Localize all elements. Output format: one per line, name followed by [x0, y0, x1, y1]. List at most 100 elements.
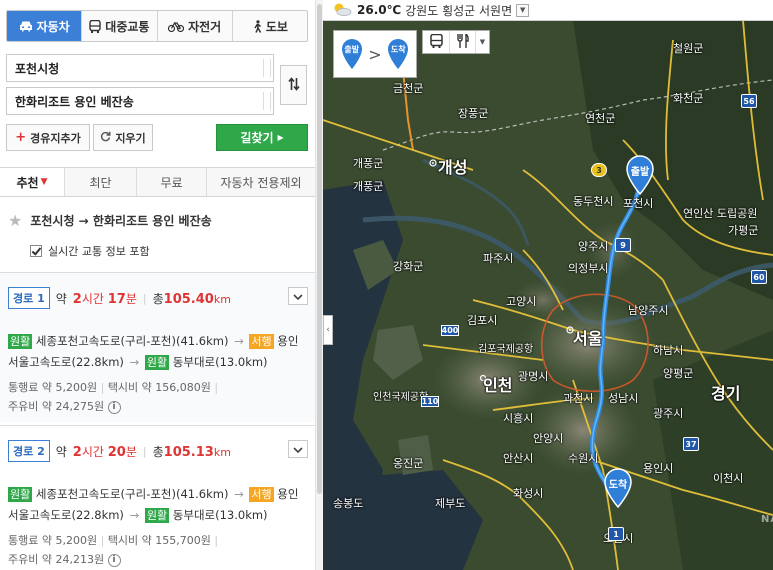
approx-label: 약 [55, 444, 67, 459]
separator: | [100, 534, 105, 547]
end-field[interactable] [6, 87, 274, 115]
approx-label: 약 [55, 291, 67, 306]
panel-scrollbar[interactable] [315, 0, 323, 570]
find-route-label: 길찾기 [240, 131, 274, 145]
temperature: 26.0℃ [357, 3, 402, 17]
map-label: 가평군 [728, 224, 759, 237]
map-label: 옹진군 [393, 457, 424, 470]
clear-button[interactable]: 지우기 [93, 124, 153, 151]
arrow-right-icon: → [234, 334, 244, 348]
swap-button[interactable] [280, 65, 307, 105]
route-header: 경로 2 약 2시간 20분 | 총105.13km [8, 440, 231, 462]
map-view[interactable]: 금천군 장풍군 연천군 철원군 화천군 개풍군 개성 개풍군 동두천시 포천시 … [323, 0, 773, 570]
star-icon[interactable]: ★ [8, 211, 22, 230]
map-label: 남양주시 [628, 304, 669, 317]
map-label: 서울 [573, 329, 603, 348]
map-label: 파주시 [483, 252, 514, 265]
map-label: 김포시 [467, 314, 498, 327]
route-summary-title: ★ 포천시청 → 한화리조트 용인 베잔송 [8, 211, 212, 230]
end-marker-label: 도착 [608, 480, 628, 491]
tab-recommended-label: 추천 [16, 175, 39, 190]
collapse-panel-button[interactable]: ‹ [323, 315, 333, 345]
map-label: 동두천시 [573, 195, 614, 208]
map-label: 개성 [438, 158, 468, 177]
end-input[interactable] [7, 88, 255, 114]
route-badge: 경로 2 [8, 440, 50, 462]
mode-car-tab[interactable]: 자동차 [7, 11, 82, 41]
hours-unit: 시간 [81, 444, 104, 459]
route-description: 원활 세종포천고속도로(구리-포천)(41.6km) → 서행 용인서울고속도로… [8, 484, 308, 526]
add-waypoint-button[interactable]: + 경유지추가 [6, 124, 90, 151]
scrollbar-thumb[interactable] [317, 4, 322, 494]
route-card[interactable]: 경로 1 약 2시간 17분 | 총105.40km 원활 세종포천고속도로(구… [0, 272, 315, 422]
toll-fee: 통행료 약 5,200원 [8, 534, 98, 547]
caret-down-icon: ▼ [40, 177, 48, 187]
tab-shortest[interactable]: 최단 [64, 168, 136, 196]
map-label: 화천군 [673, 92, 704, 105]
toll-fee: 통행료 약 5,200원 [8, 381, 98, 394]
arrow-right-icon: → [129, 508, 140, 522]
arrow-right-icon: → [129, 355, 140, 369]
bus-icon [429, 33, 443, 51]
map-label: 연천군 [585, 112, 616, 125]
map-label: 개풍군 [353, 180, 384, 193]
map-label: 고양시 [506, 295, 537, 308]
airport-label: 김포국제공항 [478, 344, 534, 355]
mode-walk-tab[interactable]: 도보 [231, 11, 307, 41]
map-label: 인천 [483, 376, 513, 395]
map-label: 화성시 [513, 487, 544, 500]
tab-recommended[interactable]: 추천 ▼ [0, 168, 64, 196]
bicycle-icon [168, 21, 185, 32]
expand-route-button[interactable] [288, 440, 308, 458]
distance-unit: km [213, 292, 231, 306]
start-input[interactable] [7, 55, 255, 81]
realtime-label: 실시간 교통 정보 포함 [48, 245, 150, 258]
weather-dropdown-button[interactable]: ▼ [516, 3, 530, 17]
traffic-smooth-tag: 원활 [144, 508, 170, 523]
expand-route-button[interactable] [288, 287, 308, 305]
distance-unit: km [213, 445, 231, 459]
weather-location: 강원도 횡성군 서원면 [405, 3, 513, 18]
info-icon[interactable]: i [107, 553, 121, 567]
tab-free[interactable]: 무료 [136, 168, 206, 196]
realtime-checkbox[interactable] [30, 245, 42, 257]
minutes-unit: 분 [125, 444, 137, 459]
route-card[interactable]: 경로 2 약 2시간 20분 | 총105.13km 원활 세종포천고속도로(구… [0, 425, 315, 570]
taxi-fee: 택시비 약 155,700원 [107, 534, 211, 547]
drag-handle[interactable] [263, 59, 271, 77]
directions-panel: 자동차 대중교통 자전거 도보 포천시청 한화리조트 용인 베잔송 + 경유지추… [0, 0, 315, 570]
start-field[interactable] [6, 54, 274, 82]
drag-handle[interactable] [263, 92, 271, 110]
mode-transit-tab[interactable]: 대중교통 [81, 11, 157, 41]
map-label: 하남시 [653, 344, 684, 357]
fuel-fee: 주유비 약 24,275원 [8, 400, 105, 413]
find-route-button[interactable]: 길찾기 ▶ [216, 124, 308, 151]
traffic-slow-tag: 서행 [249, 487, 274, 502]
route-option-tabs: 추천 ▼ 최단 무료 자동차 전용제외 [0, 167, 315, 197]
tab-shortest-label: 최단 [89, 175, 112, 190]
mode-bicycle-tab[interactable]: 자전거 [156, 11, 232, 41]
realtime-traffic-option[interactable]: 실시간 교통 정보 포함 [30, 243, 150, 259]
fork-knife-icon [456, 32, 469, 51]
car-icon [19, 20, 33, 32]
caret-down-icon: ▼ [479, 38, 486, 46]
swap-arrows-icon [287, 76, 300, 94]
bus-layer-button[interactable] [423, 31, 449, 53]
map-label: 철원군 [673, 42, 704, 55]
tab-no-expressway[interactable]: 자동차 전용제외 [206, 168, 315, 196]
road-shield: 56 [741, 94, 757, 108]
toolbar-dropdown-button[interactable]: ▼ [475, 31, 489, 53]
start-marker[interactable]: 출발 [625, 155, 655, 198]
total-label: 총 [152, 291, 164, 306]
mode-car-label: 자동차 [36, 19, 70, 34]
info-icon[interactable]: i [107, 400, 121, 414]
map-label: 수원시 [568, 452, 599, 465]
taxi-fee: 택시비 약 156,080원 [107, 381, 211, 394]
naver-watermark: NAVER [761, 514, 773, 525]
duration-hours: 2 [72, 291, 82, 307]
end-marker[interactable]: 도착 [603, 468, 633, 511]
map-label: 광명시 [518, 370, 549, 383]
map-label: 금천군 [393, 82, 424, 95]
restaurant-layer-button[interactable] [449, 31, 475, 53]
route-legend: 출발 > 도착 [333, 30, 417, 78]
